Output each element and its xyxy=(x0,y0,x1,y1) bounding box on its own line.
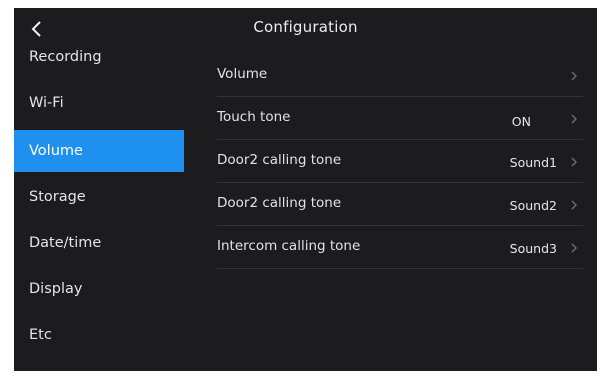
configuration-screen: Configuration Recording Wi-Fi Volume Sto… xyxy=(14,8,597,371)
setting-value: Sound3 xyxy=(509,241,557,256)
sidebar-item-display[interactable]: Display xyxy=(14,266,186,312)
setting-row-intercom-tone[interactable]: Intercom calling tone Sound3 xyxy=(217,226,583,269)
settings-list: Volume Touch tone ON Door2 calling tone … xyxy=(217,54,583,269)
sidebar-item-label: Wi-Fi xyxy=(29,95,64,111)
setting-row-touch-tone[interactable]: Touch tone ON xyxy=(217,97,583,140)
sidebar: Recording Wi-Fi Volume Storage Date/time… xyxy=(14,48,186,358)
setting-row-door2-tone-b[interactable]: Door2 calling tone Sound2 xyxy=(217,183,583,226)
sidebar-item-datetime[interactable]: Date/time xyxy=(14,220,186,266)
setting-row-door2-tone-a[interactable]: Door2 calling tone Sound1 xyxy=(217,140,583,183)
setting-value: Sound1 xyxy=(509,155,557,170)
sidebar-item-label: Recording xyxy=(29,49,102,65)
sidebar-item-label: Storage xyxy=(29,189,86,205)
chevron-right-icon xyxy=(571,71,577,81)
setting-label: Door2 calling tone xyxy=(217,152,342,168)
sidebar-item-etc[interactable]: Etc xyxy=(14,312,186,358)
setting-row-volume[interactable]: Volume xyxy=(217,54,583,97)
setting-label: Volume xyxy=(217,66,268,82)
sidebar-item-volume[interactable]: Volume xyxy=(14,130,184,172)
sidebar-item-recording[interactable]: Recording xyxy=(14,34,186,80)
sidebar-item-label: Etc xyxy=(29,327,52,343)
chevron-right-icon xyxy=(571,200,577,210)
setting-value: Sound2 xyxy=(509,198,557,213)
chevron-right-icon xyxy=(571,243,577,253)
sidebar-item-label: Volume xyxy=(29,143,83,159)
setting-label: Touch tone xyxy=(217,109,291,125)
setting-label: Intercom calling tone xyxy=(217,238,361,254)
chevron-right-icon xyxy=(571,157,577,167)
setting-label: Door2 calling tone xyxy=(217,195,342,211)
sidebar-item-wifi[interactable]: Wi-Fi xyxy=(14,80,186,126)
chevron-right-icon xyxy=(571,114,577,124)
sidebar-item-label: Display xyxy=(29,281,83,297)
sidebar-item-label: Date/time xyxy=(29,235,102,251)
setting-value: ON xyxy=(511,114,531,129)
sidebar-item-storage[interactable]: Storage xyxy=(14,174,186,220)
